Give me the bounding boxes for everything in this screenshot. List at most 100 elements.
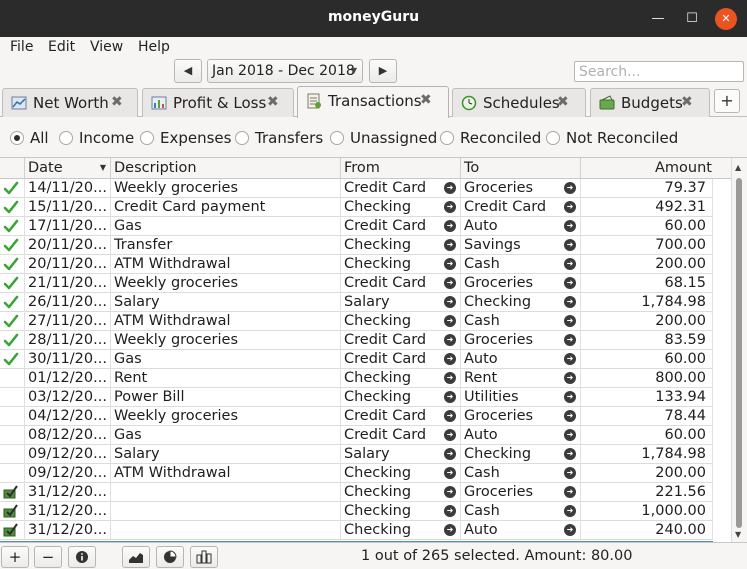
go-to-account-arrow-icon[interactable]: ➜: [444, 277, 456, 289]
cell-to[interactable]: Groceries ➜: [461, 331, 581, 350]
cell-date[interactable]: 28/11/20...: [25, 331, 111, 350]
close-tab-icon[interactable]: ✖: [557, 94, 569, 110]
cell-date[interactable]: 08/12/20...: [25, 426, 111, 445]
menu-view[interactable]: View: [90, 39, 123, 55]
cell-date[interactable]: 26/11/20...: [25, 293, 111, 312]
cell-from[interactable]: Credit Card ➜: [341, 331, 461, 350]
tab-profit-loss[interactable]: Profit & Loss ✖: [142, 88, 294, 117]
table-row[interactable]: 30/11/20... Gas Credit Card ➜ Auto ➜ 60.00: [0, 350, 713, 369]
cell-description[interactable]: Power Bill: [111, 388, 341, 407]
go-to-account-arrow-icon[interactable]: ➜: [444, 410, 456, 422]
table-row[interactable]: 21/11/20... Weekly groceries Credit Card ➜ G…: [0, 274, 713, 293]
go-to-account-arrow-icon[interactable]: ➜: [564, 220, 576, 232]
go-to-account-arrow-icon[interactable]: ➜: [444, 429, 456, 441]
column-header-amount[interactable]: Amount: [581, 158, 731, 179]
cell-description[interactable]: ATM Withdrawal: [111, 312, 341, 331]
cell-to[interactable]: Groceries ➜: [461, 407, 581, 426]
tab-transactions[interactable]: Transactions ✖: [297, 86, 449, 118]
cell-description[interactable]: Weekly groceries: [111, 274, 341, 293]
add-transaction-button[interactable]: +: [1, 546, 29, 568]
go-to-account-arrow-icon[interactable]: ➜: [444, 505, 456, 517]
cell-date[interactable]: 31/12/20...: [25, 521, 111, 540]
cell-to[interactable]: Groceries ➜: [461, 483, 581, 502]
cell-from[interactable]: Credit Card ➜: [341, 274, 461, 293]
table-row[interactable]: 28/11/20... Weekly groceries Credit Card ➜ G…: [0, 331, 713, 350]
cell-amount[interactable]: 200.00: [581, 312, 713, 331]
go-to-account-arrow-icon[interactable]: ➜: [444, 334, 456, 346]
go-to-account-arrow-icon[interactable]: ➜: [564, 182, 576, 194]
go-to-account-arrow-icon[interactable]: ➜: [444, 524, 456, 536]
cell-amount[interactable]: 60.00: [581, 426, 713, 445]
go-to-account-arrow-icon[interactable]: ➜: [564, 448, 576, 460]
cell-description[interactable]: Weekly groceries: [111, 179, 341, 198]
cell-amount[interactable]: 1,784.98: [581, 293, 713, 312]
go-to-account-arrow-icon[interactable]: ➜: [564, 353, 576, 365]
go-to-account-arrow-icon[interactable]: ➜: [444, 201, 456, 213]
column-header-status[interactable]: [0, 158, 25, 179]
table-row[interactable]: 31/12/20... Checking ➜ Auto ➜ 240.00: [0, 521, 713, 540]
cell-date[interactable]: 03/12/20...: [25, 388, 111, 407]
date-range-selector[interactable]: Jan 2018 - Dec 2018 ▼: [207, 59, 363, 83]
cell-from[interactable]: Checking ➜: [341, 502, 461, 521]
go-to-account-arrow-icon[interactable]: ➜: [564, 315, 576, 327]
table-row[interactable]: 08/12/20... Gas Credit Card ➜ Auto ➜ 60.00: [0, 426, 713, 445]
cell-to[interactable]: Utilities ➜: [461, 388, 581, 407]
cell-description[interactable]: [111, 483, 341, 502]
table-row[interactable]: 31/12/20... Checking ➜ Groceries ➜ 221.56: [0, 483, 713, 502]
cell-from[interactable]: Checking ➜: [341, 388, 461, 407]
column-header-description[interactable]: Description: [111, 158, 341, 179]
add-tab-button[interactable]: +: [714, 89, 740, 113]
go-to-account-arrow-icon[interactable]: ➜: [444, 391, 456, 403]
go-to-account-arrow-icon[interactable]: ➜: [564, 258, 576, 270]
cell-to[interactable]: Auto ➜: [461, 217, 581, 236]
cell-to[interactable]: Auto ➜: [461, 350, 581, 369]
toggle-graph-button[interactable]: [122, 546, 150, 568]
cell-date[interactable]: 04/12/20...: [25, 407, 111, 426]
go-to-account-arrow-icon[interactable]: ➜: [444, 448, 456, 460]
cell-to[interactable]: Cash ➜: [461, 502, 581, 521]
cell-from[interactable]: Salary ➜: [341, 293, 461, 312]
scrollbar-thumb[interactable]: [736, 178, 742, 528]
table-row[interactable]: 31/12/20... Checking ➜ Cash ➜ 1,000.00: [0, 502, 713, 521]
cell-description[interactable]: Credit Card payment: [111, 198, 341, 217]
cell-from[interactable]: Checking ➜: [341, 369, 461, 388]
cell-from[interactable]: Credit Card ➜: [341, 407, 461, 426]
vertical-scrollbar[interactable]: ▲ ▼: [731, 158, 747, 542]
cell-date[interactable]: 27/11/20...: [25, 312, 111, 331]
cell-from[interactable]: Credit Card ➜: [341, 426, 461, 445]
cell-date[interactable]: 31/12/20...: [25, 483, 111, 502]
cell-date[interactable]: 20/11/20...: [25, 255, 111, 274]
cell-amount[interactable]: 700.00: [581, 236, 713, 255]
column-header-from[interactable]: From: [341, 158, 461, 179]
go-to-account-arrow-icon[interactable]: ➜: [564, 467, 576, 479]
cell-description[interactable]: Gas: [111, 350, 341, 369]
cell-amount[interactable]: 133.94: [581, 388, 713, 407]
cell-to[interactable]: Rent ➜: [461, 369, 581, 388]
cell-date[interactable]: 09/12/20...: [25, 445, 111, 464]
scroll-up-icon[interactable]: ▲: [735, 163, 741, 172]
go-to-account-arrow-icon[interactable]: ➜: [564, 391, 576, 403]
close-tab-icon[interactable]: ✖: [420, 92, 432, 108]
cell-description[interactable]: Gas: [111, 217, 341, 236]
go-to-account-arrow-icon[interactable]: ➜: [564, 239, 576, 251]
cell-from[interactable]: Checking ➜: [341, 198, 461, 217]
cell-date[interactable]: 15/11/20...: [25, 198, 111, 217]
cell-description[interactable]: [111, 502, 341, 521]
cell-to[interactable]: Checking ➜: [461, 445, 581, 464]
table-row[interactable]: 27/11/20... ATM Withdrawal Checking ➜ Cash ➜ 2…: [0, 312, 713, 331]
cell-to[interactable]: Groceries ➜: [461, 179, 581, 198]
cell-date[interactable]: 21/11/20...: [25, 274, 111, 293]
cell-from[interactable]: Checking ➜: [341, 312, 461, 331]
cell-amount[interactable]: 68.15: [581, 274, 713, 293]
cell-amount[interactable]: 60.00: [581, 217, 713, 236]
go-to-account-arrow-icon[interactable]: ➜: [564, 201, 576, 213]
table-row[interactable]: 03/12/20... Power Bill Checking ➜ Utilities ➜…: [0, 388, 713, 407]
go-to-account-arrow-icon[interactable]: ➜: [564, 524, 576, 536]
table-row[interactable]: 15/11/20... Credit Card payment Checking ➜ C…: [0, 198, 713, 217]
cell-to[interactable]: Cash ➜: [461, 312, 581, 331]
previous-period-button[interactable]: ◀: [174, 59, 202, 83]
cell-description[interactable]: Gas: [111, 426, 341, 445]
go-to-account-arrow-icon[interactable]: ➜: [564, 296, 576, 308]
cell-from[interactable]: Credit Card ➜: [341, 179, 461, 198]
column-header-date[interactable]: Date ▼: [25, 158, 111, 179]
